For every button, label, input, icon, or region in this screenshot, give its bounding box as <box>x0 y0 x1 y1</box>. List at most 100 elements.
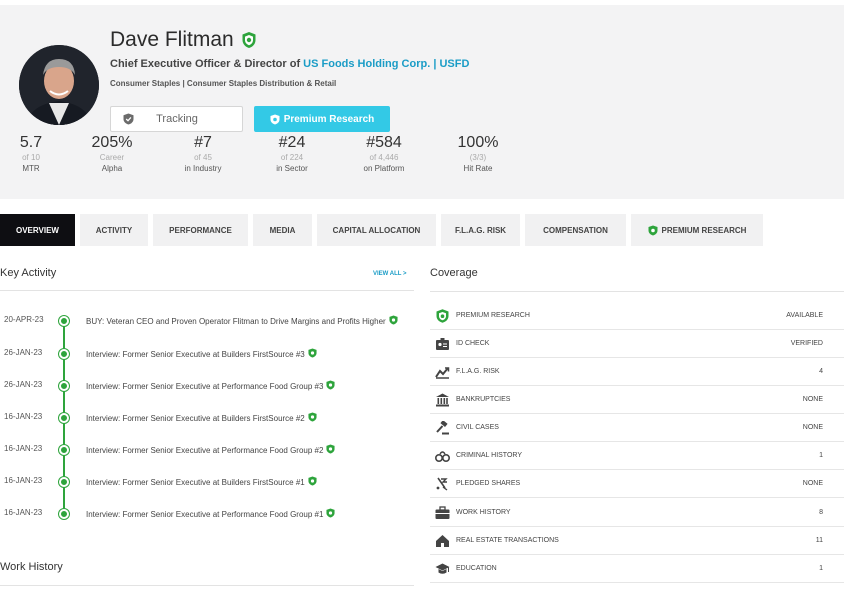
profile-name-row: Dave Flitman <box>110 28 257 52</box>
activity-text[interactable]: Interview: Former Senior Executive at Bu… <box>86 476 412 489</box>
tab-capital-allocation[interactable]: CAPITAL ALLOCATION <box>317 214 436 246</box>
coverage-title: Coverage <box>430 267 478 279</box>
stat-sub: of 224 <box>280 153 304 162</box>
view-all-link[interactable]: VIEW ALL > <box>373 271 407 277</box>
stat-sub: Career <box>99 153 125 162</box>
coverage-row-real-estate[interactable]: REAL ESTATE TRANSACTIONS 11 <box>430 527 844 555</box>
id-card-icon <box>436 338 449 350</box>
coverage-row-premium-research[interactable]: PREMIUM RESEARCH AVAILABLE <box>430 302 844 330</box>
job-title: Chief Executive Officer & Director of US… <box>110 58 469 70</box>
premium-shield-icon <box>326 380 335 390</box>
gavel-icon <box>436 421 449 435</box>
coverage-label: EDUCATION <box>456 565 497 572</box>
coverage-row-bankruptcies[interactable]: BANKRUPTCIES NONE <box>430 386 844 414</box>
activity-date: 20-APR-23 <box>4 315 44 324</box>
profile-name: Dave Flitman <box>110 28 234 51</box>
stat-value: #24 <box>278 134 306 151</box>
premium-shield-icon <box>270 114 280 124</box>
stat-alpha: 205% Career Alpha <box>87 133 137 174</box>
activity-title: Interview: Former Senior Executive at Bu… <box>86 478 305 487</box>
coverage-label: ID CHECK <box>456 340 490 347</box>
activity-text[interactable]: Interview: Former Senior Executive at Bu… <box>86 412 412 425</box>
stat-label: in Sector <box>276 164 308 173</box>
premium-shield-icon <box>308 412 317 422</box>
premium-shield-icon <box>308 348 317 358</box>
stat-sub: of 45 <box>194 153 212 162</box>
activity-text[interactable]: Interview: Former Senior Executive at Pe… <box>86 508 412 521</box>
activity-text[interactable]: BUY: Veteran CEO and Proven Operator Fli… <box>86 315 412 328</box>
stat-value: 100% <box>457 134 499 151</box>
tab-premium-research[interactable]: PREMIUM RESEARCH <box>631 214 763 246</box>
tab-media[interactable]: MEDIA <box>253 214 312 246</box>
premium-research-button[interactable]: Premium Research <box>254 106 390 132</box>
coverage-value: 1 <box>819 565 823 572</box>
timeline-dot <box>59 445 69 455</box>
tab-overview[interactable]: OVERVIEW <box>0 214 75 246</box>
coverage-row-civil-cases[interactable]: CIVIL CASES NONE <box>430 414 844 442</box>
coverage-row-criminal-history[interactable]: CRIMINAL HISTORY 1 <box>430 442 844 470</box>
stat-sub: (3/3) <box>469 153 487 162</box>
stat-value: 5.7 <box>19 134 43 151</box>
tracking-button[interactable]: Tracking <box>110 106 243 132</box>
tab-label: CAPITAL ALLOCATION <box>332 225 421 235</box>
activity-text[interactable]: Interview: Former Senior Executive at Bu… <box>86 348 412 361</box>
coverage-value: NONE <box>802 424 823 431</box>
flag-risk-icon <box>435 367 450 379</box>
coverage-label: CIVIL CASES <box>456 424 499 431</box>
stat-hit-rate: 100% (3/3) Hit Rate <box>452 133 504 174</box>
activity-title: Interview: Former Senior Executive at Bu… <box>86 350 305 359</box>
tab-label: PERFORMANCE <box>169 225 232 235</box>
activity-title: Interview: Former Senior Executive at Pe… <box>86 446 324 455</box>
stat-industry: #7 of 45 in Industry <box>178 133 228 174</box>
timeline-dot <box>59 413 69 423</box>
activity-date: 16-JAN-23 <box>4 412 43 421</box>
timeline-dot <box>59 509 69 519</box>
tab-label: MEDIA <box>269 225 296 235</box>
coverage-value: 4 <box>819 368 823 375</box>
timeline-dot <box>59 381 69 391</box>
activity-title: BUY: Veteran CEO and Proven Operator Fli… <box>86 317 386 326</box>
premium-shield-icon <box>242 32 256 48</box>
tab-activity[interactable]: ACTIVITY <box>80 214 148 246</box>
timeline-dot <box>59 316 69 326</box>
activity-text[interactable]: Interview: Former Senior Executive at Pe… <box>86 380 412 393</box>
company-link[interactable]: US Foods Holding Corp. | USFD <box>303 58 469 70</box>
tab-compensation[interactable]: COMPENSATION <box>525 214 626 246</box>
premium-shield-icon <box>436 309 449 323</box>
premium-research-label: Premium Research <box>283 113 375 125</box>
coverage-row-flag-risk[interactable]: F.L.A.G. RISK 4 <box>430 358 844 386</box>
coverage-row-id-check[interactable]: ID CHECK VERIFIED <box>430 330 844 358</box>
tab-label: F.L.A.G. RISK <box>454 225 507 235</box>
coverage-label: PLEDGED SHARES <box>456 480 521 487</box>
tab-flag-risk[interactable]: F.L.A.G. RISK <box>441 214 520 246</box>
avatar <box>19 45 99 125</box>
timeline-dot <box>59 349 69 359</box>
coverage-row-work-history[interactable]: WORK HISTORY 8 <box>430 499 844 527</box>
coverage-value: 1 <box>819 452 823 459</box>
activity-text[interactable]: Interview: Former Senior Executive at Pe… <box>86 444 412 457</box>
divider <box>430 497 844 498</box>
coverage-value: 11 <box>815 537 823 544</box>
stat-label: on Platform <box>363 164 405 173</box>
activity-date: 16-JAN-23 <box>4 508 43 517</box>
tab-performance[interactable]: PERFORMANCE <box>153 214 248 246</box>
stat-sub: of 4,446 <box>369 153 399 162</box>
coverage-row-education[interactable]: EDUCATION 1 <box>430 555 844 583</box>
activity-date: 16-JAN-23 <box>4 476 43 485</box>
coverage-row-pledged-shares[interactable]: PLEDGED SHARES NONE <box>430 470 844 498</box>
coverage-label: CRIMINAL HISTORY <box>456 452 522 459</box>
coverage-label: BANKRUPTCIES <box>456 396 511 403</box>
stat-value: #7 <box>194 134 212 151</box>
job-title-text: Chief Executive Officer & Director of <box>110 58 301 70</box>
stat-label: MTR <box>22 164 40 173</box>
divider <box>0 585 414 586</box>
coverage-value: 8 <box>819 509 823 516</box>
divider <box>430 582 844 583</box>
stat-sector: #24 of 224 in Sector <box>267 133 317 174</box>
profile-header: Dave Flitman Chief Executive Officer & D… <box>0 5 844 199</box>
coverage-label: WORK HISTORY <box>456 509 511 516</box>
house-icon <box>436 535 449 547</box>
stat-label: Alpha <box>101 164 123 173</box>
pledged-shares-icon <box>436 477 448 491</box>
premium-shield-icon <box>308 476 317 486</box>
